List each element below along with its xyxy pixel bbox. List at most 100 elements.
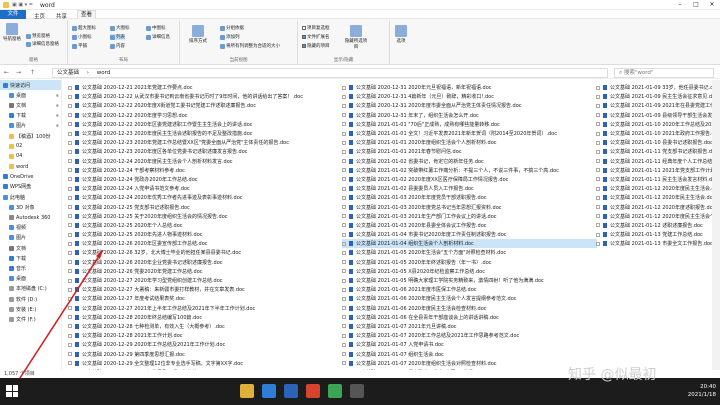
file-item[interactable]: 公文基础 2021-01-04 组织生活会个人剖析材料.doc: [342, 239, 597, 249]
file-item[interactable]: 公文基础 2021-01-01 2021年春节慰问信.doc: [342, 147, 597, 156]
file-item[interactable]: 公文基础 2021-01-10 县委书记述职报告.doc: [596, 138, 716, 147]
item-checkbox[interactable]: [68, 214, 72, 219]
item-checkbox[interactable]: [596, 94, 600, 99]
file-item[interactable]: 公文基础 2020-12-22 2020年区委党建述职工作暨生主生活会上的讲话.…: [68, 120, 336, 129]
file-item[interactable]: 公文基础 2020-12-29 2020年工作总结及2021年工作计划.doc: [68, 340, 336, 349]
sidebar-item[interactable]: 快速访问: [0, 80, 61, 91]
file-item[interactable]: 公文基础 2020-12-24 2020年度民主生活会个人剖析材料发言.doc: [68, 157, 336, 166]
item-checkbox[interactable]: [342, 342, 346, 347]
file-item[interactable]: 公文基础 2020-12-27 年度考试结果表奖.doc: [68, 294, 336, 303]
sidebar-item[interactable]: 02: [0, 141, 61, 151]
file-item[interactable]: 公文基础 2021-01-07 2020年度组织生活会对照检查材料.doc: [342, 359, 597, 368]
item-checkbox[interactable]: [68, 205, 72, 210]
item-checkbox[interactable]: [342, 195, 346, 200]
file-item[interactable]: 公文基础 2021-01-10 2020年工作总结及2021.doc: [596, 120, 716, 129]
app-taskbar-icon[interactable]: [328, 384, 342, 398]
item-checkbox[interactable]: [68, 168, 72, 173]
minimize-button[interactable]: –: [672, 0, 688, 10]
layout-list[interactable]: 列表: [110, 34, 125, 40]
sidebar-item[interactable]: word: [0, 162, 61, 172]
sidebar-item[interactable]: 文档 ✱: [0, 100, 61, 110]
file-item[interactable]: 公文基础 2020-12-26 党委2020年党建工作总结.doc: [68, 267, 336, 276]
item-checkbox[interactable]: [596, 149, 600, 154]
item-checkbox[interactable]: [342, 140, 346, 145]
file-item[interactable]: 公文基础 2021-01-02 县委委员人员入工作报告.doc: [342, 184, 597, 193]
item-checkbox[interactable]: [596, 140, 600, 145]
file-item[interactable]: 公文基础 2020-12-24 干部考察材料参考.doc: [68, 166, 336, 175]
item-checkbox[interactable]: [68, 94, 72, 99]
file-item[interactable]: 公文基础 2021-01-06 2020年度民主生活会检查材料.doc: [342, 304, 597, 313]
add-columns-button[interactable]: 添加列: [220, 34, 240, 40]
item-checkbox[interactable]: [342, 168, 346, 173]
item-checkbox[interactable]: [342, 113, 346, 118]
file-item[interactable]: 公文基础 2020-12-21 2021年党建工作要点.doc: [68, 83, 336, 92]
item-checkbox[interactable]: [68, 223, 72, 228]
file-item[interactable]: 公文基础 2020-12-27 大署稿：来新疆市委打样教材，并在文章发表.doc: [68, 285, 336, 294]
sidebar-item[interactable]: 文档: [0, 243, 61, 253]
item-checkbox[interactable]: [68, 333, 72, 338]
sidebar-item[interactable]: 安装 (E:): [0, 304, 61, 314]
file-item[interactable]: 公文基础 2021-01-12 2020年度述职报告.doc: [596, 202, 716, 211]
item-checkbox[interactable]: [596, 122, 600, 127]
file-item[interactable]: 公文基础 2020-12-31 2020年度市委全面从严治党主体责任情况报告.d…: [342, 101, 597, 110]
app-taskbar-icon[interactable]: [350, 384, 364, 398]
item-checkbox[interactable]: [68, 122, 72, 127]
item-checkbox[interactable]: [342, 315, 346, 320]
item-checkbox[interactable]: [68, 232, 72, 237]
file-item[interactable]: 公文基础 2020-12-28 2021年工作计划.doc: [68, 331, 336, 340]
file-item[interactable]: 公文基础 2020-12-22 2020年度X街道党工委书记党建工作述职述廉报告…: [68, 101, 336, 110]
item-checkbox[interactable]: [342, 260, 346, 265]
tab-file[interactable]: 文件: [0, 10, 26, 19]
file-item[interactable]: 公文基础 2020-12-23 2020年党建工作总结暨XX区"党委全面从严治党…: [68, 138, 336, 147]
file-item[interactable]: 公文基础 2021-01-07 入党申请书.doc: [342, 340, 597, 349]
file-item[interactable]: 公文基础 2021-01-11 党支部书记述职报告.doc: [596, 147, 716, 156]
close-button[interactable]: ✕: [704, 0, 720, 10]
sidebar-item[interactable]: 下载 ✱: [0, 111, 61, 121]
file-item[interactable]: 公文基础 2021-01-11 民主生活会发言材料.doc: [596, 175, 716, 184]
layout-details[interactable]: 详细信息: [146, 34, 170, 40]
file-item[interactable]: 公文基础 2021-01-01 全文！习近平发表2021年新年贺词（附2014至…: [342, 129, 597, 138]
sidebar-item[interactable]: 视频: [0, 223, 61, 233]
item-checkbox[interactable]: [68, 186, 72, 191]
file-item[interactable]: 公文基础 2020-12-26 2020年企业党委书记述职述廉报告.doc: [68, 258, 336, 267]
file-explorer-taskbar-icon[interactable]: [240, 384, 254, 398]
sidebar-item[interactable]: 桌面: [0, 274, 61, 284]
forward-button[interactable]: →: [16, 69, 21, 76]
hide-selected-button[interactable]: 隐藏所选项目: [344, 25, 368, 50]
file-item[interactable]: 公文基础 2020-12-31 2020年元旦祝福语，新年祝福语.doc: [342, 83, 597, 92]
file-item[interactable]: 公文基础 2020-12-28 2020年终总结编写100篇.doc: [68, 313, 336, 322]
item-checkbox[interactable]: [68, 159, 72, 164]
file-item[interactable]: 公文基础 2021-01-07 2020年工作总结及2021年工作思路参考范文.…: [342, 331, 597, 340]
file-item[interactable]: 公文基础 2021-01-03 2021年生产部门工作会议上的讲话.doc: [342, 212, 597, 221]
preview-pane-button[interactable]: 预览窗格: [26, 33, 50, 39]
file-item[interactable]: 公文基础 2021-01-03 2020年度党总书记当年思想汇报资料.doc: [342, 202, 597, 211]
file-extensions-toggle[interactable]: 文件扩展名: [302, 34, 330, 40]
item-checkbox[interactable]: [68, 250, 72, 255]
sidebar-item[interactable]: 图片 ✱: [0, 121, 61, 131]
item-checkbox[interactable]: [342, 177, 346, 182]
file-item[interactable]: 公文基础 2021-01-12 2020年民主生活会.doc: [596, 193, 716, 202]
layout-medium-icons[interactable]: 中图标: [146, 25, 166, 31]
back-button[interactable]: ←: [4, 69, 9, 76]
sidebar-item[interactable]: 软件 (D:): [0, 294, 61, 304]
item-checkbox[interactable]: [68, 296, 72, 301]
file-item[interactable]: 公文基础 2021-01-13 党建工作总结.doc: [596, 230, 716, 239]
item-checkbox[interactable]: [342, 278, 346, 283]
item-checkbox[interactable]: [342, 333, 346, 338]
item-checkbox[interactable]: [596, 131, 600, 136]
item-checkbox[interactable]: [68, 131, 72, 136]
file-item[interactable]: 公文基础 2021-01-03 2020年县委全体会议工作报告.doc: [342, 221, 597, 230]
quick-access-toolbar[interactable]: ▣ ▣ ▾ =: [12, 2, 33, 8]
item-checkbox[interactable]: [596, 186, 600, 191]
details-pane-button[interactable]: 详细信息窗格: [26, 41, 59, 47]
file-item[interactable]: 公文基础 2021-01-07 组织生活会.doc: [342, 349, 597, 358]
sort-button[interactable]: 排序方式: [184, 25, 212, 44]
sidebar-item[interactable]: 本地磁盘 (C:): [0, 284, 61, 294]
file-item[interactable]: 公文基础 2021-01-05 X县2020年纪检监察工作总结.doc: [342, 267, 597, 276]
group-by-button[interactable]: 分组依据: [220, 25, 244, 31]
item-checkbox[interactable]: [68, 103, 72, 108]
file-item[interactable]: 公文基础 2020-12-31 4篇新年（元旦）致辞，精彩收口!.doc: [342, 92, 597, 101]
item-checkboxes-toggle[interactable]: 项目复选框: [302, 25, 330, 31]
layout-tiles[interactable]: 平铺: [72, 43, 87, 49]
file-item[interactable]: 公文基础 2021-01-01 2020年度组织生活会个人剖析材料.doc: [342, 138, 597, 147]
